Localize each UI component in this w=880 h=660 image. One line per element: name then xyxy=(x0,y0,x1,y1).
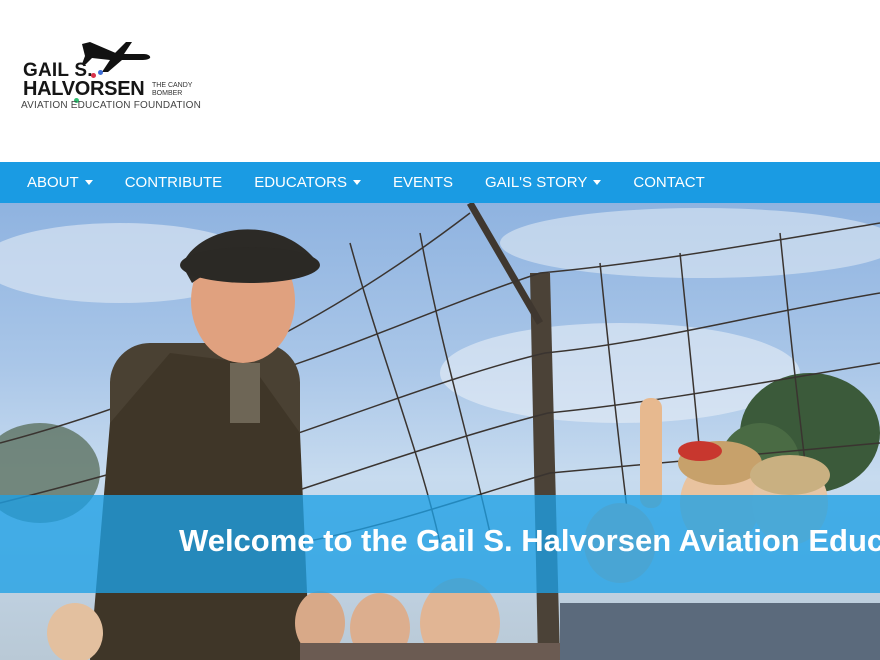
logo-foundation: AVIATION EDUCATION FOUNDATION xyxy=(21,100,202,111)
nav-item-about[interactable]: ABOUT xyxy=(0,162,109,203)
logo-line2: HALVORSEN xyxy=(23,78,145,100)
nav-item-educators[interactable]: EDUCATORS xyxy=(238,162,377,203)
nav-item-label: GAIL'S STORY xyxy=(485,174,588,191)
main-nav: ABOUT CONTRIBUTE EDUCATORS EVENTS GAIL'S… xyxy=(0,162,880,203)
nav-item-events[interactable]: EVENTS xyxy=(377,162,469,203)
site-logo[interactable]: GAIL S. HALVORSEN THE CANDY BOMBER AVIAT… xyxy=(20,38,202,118)
nav-item-contribute[interactable]: CONTRIBUTE xyxy=(109,162,239,203)
nav-item-label: EDUCATORS xyxy=(254,174,347,191)
nav-item-label: EVENTS xyxy=(392,174,453,191)
hero-title: Welcome to the Gail S. Halvorsen Aviatio… xyxy=(179,523,880,558)
nav-item-label: CONTACT xyxy=(633,174,705,191)
hero-banner: Welcome to the Gail S. Halvorsen Aviatio… xyxy=(0,203,880,660)
caret-down-icon xyxy=(352,180,361,185)
caret-down-icon xyxy=(84,180,93,185)
nav-item-label: ABOUT xyxy=(27,174,79,191)
logo-tagline: THE CANDY BOMBER xyxy=(152,82,193,97)
nav-item-gails-story[interactable]: GAIL'S STORY xyxy=(469,162,617,203)
nav-item-contact[interactable]: CONTACT xyxy=(617,162,720,203)
logo-dot-blue xyxy=(98,70,103,75)
nav-item-label: CONTRIBUTE xyxy=(124,174,223,191)
site-header: GAIL S. HALVORSEN THE CANDY BOMBER AVIAT… xyxy=(0,0,880,162)
caret-down-icon xyxy=(593,180,602,185)
